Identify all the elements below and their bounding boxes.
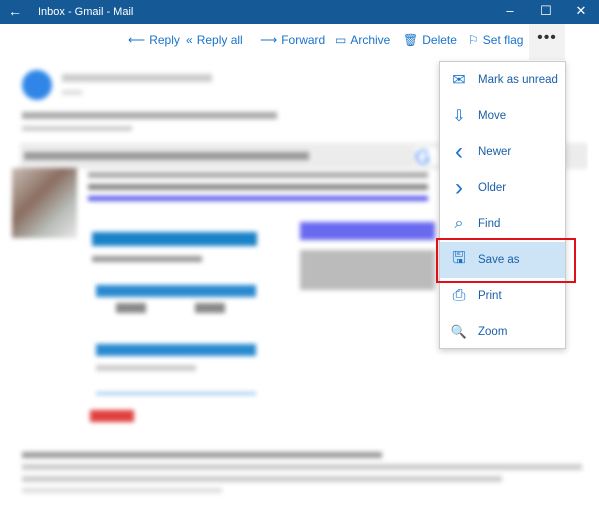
reply-all-button[interactable]: «Reply all bbox=[186, 33, 243, 47]
profile-photo-pixelated bbox=[12, 168, 77, 238]
set-flag-button[interactable]: ⚐ Set flag bbox=[468, 33, 523, 47]
reply-icon: ⟵ bbox=[128, 33, 146, 47]
save-as-highlight-box bbox=[436, 238, 576, 283]
reply-all-icon: « bbox=[186, 33, 193, 47]
chevron-right-icon: › bbox=[455, 174, 463, 201]
forward-label: Forward bbox=[281, 33, 326, 47]
window-title: Inbox - Gmail - Mail bbox=[38, 6, 134, 18]
toolbar: ⟵ Reply «Reply all ⟶ Forward ▭ Archive 🗑 Del… bbox=[0, 24, 599, 60]
title-bar: ← Inbox - Gmail - Mail – ☐ ✕ bbox=[0, 0, 599, 24]
menu-label: Newer bbox=[478, 146, 512, 158]
move-to-folder-icon: ⇩ bbox=[452, 108, 466, 125]
archive-label: Archive bbox=[350, 33, 391, 47]
reply-button[interactable]: ⟵ Reply bbox=[128, 33, 180, 47]
menu-label: Mark as unread bbox=[478, 74, 558, 86]
forward-icon: ⟶ bbox=[260, 33, 278, 47]
archive-button[interactable]: ▭ Archive bbox=[335, 33, 390, 47]
menu-label: Move bbox=[478, 110, 507, 122]
reply-all-label: Reply all bbox=[196, 33, 243, 47]
close-button[interactable]: ✕ bbox=[571, 3, 591, 19]
search-icon: ⌕ bbox=[454, 215, 464, 232]
envelope-icon: ✉ bbox=[452, 72, 466, 89]
menu-label: Print bbox=[478, 290, 502, 302]
menu-item-zoom[interactable]: 🔍 Zoom bbox=[440, 314, 565, 350]
delete-button[interactable]: 🗑 Delete bbox=[403, 33, 457, 47]
back-arrow-icon[interactable]: ← bbox=[8, 3, 22, 19]
reply-label: Reply bbox=[149, 33, 180, 47]
menu-item-mark-as-unread[interactable]: ✉ Mark as unread bbox=[440, 62, 565, 98]
sender-avatar bbox=[22, 70, 52, 100]
menu-label: Zoom bbox=[478, 326, 508, 338]
menu-item-find[interactable]: ⌕ Find bbox=[440, 206, 565, 242]
forward-button[interactable]: ⟶ Forward bbox=[260, 33, 325, 47]
menu-item-move[interactable]: ⇩ Move bbox=[440, 98, 565, 134]
printer-icon: ⎙ bbox=[452, 287, 466, 304]
zoom-icon: 🔍 bbox=[450, 324, 468, 339]
menu-item-print[interactable]: ⎙ Print bbox=[440, 278, 565, 314]
minimize-button[interactable]: – bbox=[500, 3, 520, 18]
archive-icon: ▭ bbox=[335, 33, 347, 47]
menu-item-older[interactable]: › Older bbox=[440, 170, 565, 206]
menu-label: Find bbox=[478, 218, 501, 230]
more-options-menu: ✉ Mark as unread ⇩ Move ‹ Newer › Older ⌕ Fin… bbox=[439, 61, 566, 349]
more-options-button[interactable]: ••• bbox=[529, 24, 565, 60]
set-flag-label: Set flag bbox=[482, 33, 524, 47]
scrollbar[interactable] bbox=[588, 60, 599, 510]
chevron-left-icon: ‹ bbox=[455, 138, 463, 165]
menu-item-newer[interactable]: ‹ Newer bbox=[440, 134, 565, 170]
trash-icon: 🗑 bbox=[403, 33, 419, 47]
menu-label: Older bbox=[478, 182, 507, 194]
flag-icon: ⚐ bbox=[468, 33, 479, 47]
maximize-button[interactable]: ☐ bbox=[536, 3, 556, 19]
delete-label: Delete bbox=[422, 33, 457, 47]
